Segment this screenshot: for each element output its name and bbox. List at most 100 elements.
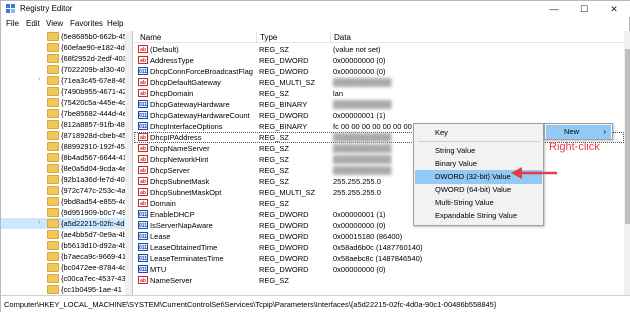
tree-item-label: {c00ca7ec-4537-43 (61, 274, 126, 283)
folder-icon (47, 65, 59, 74)
column-divider[interactable] (330, 31, 331, 43)
string-value-icon: ab (138, 199, 148, 207)
tree-scrollbar[interactable] (125, 31, 132, 295)
tree-item[interactable]: {9d951909-b0c7-49 (1, 207, 132, 218)
registry-value-row[interactable]: ab (Default) REG_SZ (value not set) (134, 44, 624, 55)
menu-edit[interactable]: Edit (26, 19, 40, 28)
registry-app-icon (6, 4, 15, 13)
menu-item-new[interactable]: New › (546, 125, 611, 139)
status-path: Computer\HKEY_LOCAL_MACHINE\SYSTEM\Curre… (4, 300, 497, 309)
scrollbar-thumb[interactable] (625, 49, 630, 224)
string-value-icon: ab (138, 166, 148, 174)
menu-view[interactable]: View (46, 19, 63, 28)
tree-item[interactable]: {75420c5a-445e-4ce (1, 97, 132, 108)
registry-value-row[interactable]: ab DhcpSubnetMaskOpt REG_MULTI_SZ 255.255.2… (134, 187, 624, 198)
tree-item[interactable]: {cc1b0495-1ae-41 (1, 284, 132, 295)
menu-item-multi-string-value[interactable]: Multi-String Value (415, 196, 542, 210)
chevron-right-icon[interactable]: › (38, 76, 40, 83)
column-type[interactable]: Type (260, 33, 277, 42)
tree-item[interactable]: {8b4ad567-6644-41 (1, 152, 132, 163)
registry-value-row[interactable]: 011 MTU REG_DWORD 0x00000000 (0) (134, 264, 624, 275)
menu-item-key[interactable]: Key (415, 126, 542, 140)
tree-item-label: {5e8685b0-662b-45 (61, 32, 127, 41)
value-data: 0x00015180 (86400) (333, 232, 403, 241)
registry-value-row[interactable]: 011 IsServerNapAware REG_DWORD 0x00000000 (… (134, 220, 624, 231)
tree-item[interactable]: {68f2952d-2edf-403 (1, 53, 132, 64)
tree-item[interactable]: {88992910-192f-453 (1, 141, 132, 152)
value-type: REG_SZ (259, 155, 290, 164)
tree-item[interactable]: {7022209b-af30-403 (1, 64, 132, 75)
value-type: REG_MULTI_SZ (259, 78, 316, 87)
value-data: 0x00000000 (0) (333, 67, 386, 76)
tree-item[interactable]: {bc0472ee-8784-4c (1, 262, 132, 273)
menu-file[interactable]: File (6, 19, 19, 28)
menu-item-qword-64-bit-value[interactable]: QWORD (64-bit) Value (415, 183, 542, 197)
menu-item-expandable-string-value[interactable]: Expandable String Value (415, 209, 542, 223)
registry-value-row[interactable]: 011 LeaseObtainedTime REG_DWORD 0x58ad6b0c … (134, 242, 624, 253)
registry-value-row[interactable]: ab DhcpDomain REG_SZ lan (134, 88, 624, 99)
menu-bar: File Edit View Favorites Help (1, 17, 630, 30)
registry-value-row[interactable]: 011 DhcpConnForceBroadcastFlag REG_DWORD 0x… (134, 66, 624, 77)
registry-value-row[interactable]: 011 Lease REG_DWORD 0x00015180 (86400) (134, 231, 624, 242)
string-value-icon: ab (138, 78, 148, 86)
key-tree[interactable]: {5e8685b0-662b-45 {60efae90-e182-4d2 {68f2… (1, 31, 133, 295)
tree-item[interactable]: {972c747c-253c-4a (1, 185, 132, 196)
close-button[interactable]: ✕ (599, 1, 629, 17)
tree-item-label: {71ea3c45-67e8-46f (61, 76, 129, 85)
registry-value-row[interactable]: 011 LeaseTerminatesTime REG_DWORD 0x58aebc8… (134, 253, 624, 264)
binary-value-icon: 011 (138, 122, 148, 130)
registry-value-row[interactable]: ab DhcpDefaultGateway REG_MULTI_SZ ████████… (134, 77, 624, 88)
tree-item[interactable]: {9bd8ad54-e855-4d (1, 196, 132, 207)
column-data[interactable]: Data (334, 33, 351, 42)
tree-item[interactable]: {b5613d10-d92a-4b (1, 240, 132, 251)
string-value-icon: ab (138, 89, 148, 97)
tree-item[interactable]: {5e8685b0-662b-45 (1, 31, 132, 42)
menu-help[interactable]: Help (107, 19, 123, 28)
registry-value-row[interactable]: 011 DhcpGatewayHardware REG_BINARY ████████… (134, 99, 624, 110)
values-list[interactable]: Name Type Data ab (Default) REG_SZ (value n… (134, 31, 624, 295)
registry-value-row[interactable]: ab Domain REG_SZ (134, 198, 624, 209)
tree-item[interactable]: {7be85682-444d-4e (1, 108, 132, 119)
registry-value-row[interactable]: 011 EnableDHCP REG_DWORD 0x00000001 (1) (134, 209, 624, 220)
menu-item-string-value[interactable]: String Value (415, 144, 542, 158)
tree-item[interactable]: {c00ca7ec-4537-43 (1, 273, 132, 284)
folder-icon (47, 186, 59, 195)
list-header: Name Type Data (134, 31, 624, 43)
registry-value-row[interactable]: ab AddressType REG_DWORD 0x00000000 (0) (134, 55, 624, 66)
tree-item[interactable]: {ae4bb5d7-0e9a-4b (1, 229, 132, 240)
tree-item-label: {8e0a5d04-9cda-4e (61, 164, 127, 173)
tree-item[interactable]: {8e0a5d04-9cda-4e (1, 163, 132, 174)
column-divider[interactable] (256, 31, 257, 43)
menu-favorites[interactable]: Favorites (70, 19, 103, 28)
tree-item[interactable]: › {a5d22215-02fc-4d (1, 218, 132, 229)
tree-item[interactable]: {60efae90-e182-4d2 (1, 42, 132, 53)
menu-item-new-label: New (564, 127, 580, 136)
column-name[interactable]: Name (140, 33, 161, 42)
value-name: IsServerNapAware (150, 221, 213, 230)
tree-item[interactable]: › {71ea3c45-67e8-46f (1, 75, 132, 86)
folder-icon (47, 241, 59, 250)
tree-item[interactable]: {8718928d-cbeb-45 (1, 130, 132, 141)
tree-item-label: {60efae90-e182-4d2 (61, 43, 129, 52)
registry-value-row[interactable]: ab NameServer REG_SZ (134, 275, 624, 286)
registry-value-row[interactable]: 011 DhcpGatewayHardwareCount REG_DWORD 0x00… (134, 110, 624, 121)
minimize-button[interactable]: — (539, 1, 569, 17)
vertical-scrollbar[interactable] (624, 31, 630, 295)
tree-item[interactable]: {92b1a36d-fe7d-40 (1, 174, 132, 185)
registry-value-row[interactable]: ab DhcpNetworkHint REG_SZ ███████████ (134, 154, 624, 165)
value-name: DhcpDefaultGateway (150, 78, 221, 87)
tree-item[interactable]: {7490b955-4671-420 (1, 86, 132, 97)
tree-item-label: {bc0472ee-8784-4c (61, 263, 127, 272)
tree-item[interactable]: {812a8857-91fb-48f (1, 119, 132, 130)
tree-item-label: {972c747c-253c-4a (61, 186, 126, 195)
tree-item-label: {8718928d-cbeb-45 (61, 131, 127, 140)
value-data: 0x00000000 (0) (333, 265, 386, 274)
tree-item[interactable]: {b7aeca9c-9669-41 (1, 251, 132, 262)
value-data: lan (333, 89, 344, 98)
string-value-icon: ab (138, 144, 148, 152)
chevron-right-icon[interactable]: › (38, 219, 40, 226)
value-data: 0x58ad6b0c (1487760140) (333, 243, 423, 252)
maximize-button[interactable]: ☐ (569, 1, 599, 17)
value-type: REG_SZ (259, 133, 290, 142)
value-name: Lease (150, 232, 171, 241)
